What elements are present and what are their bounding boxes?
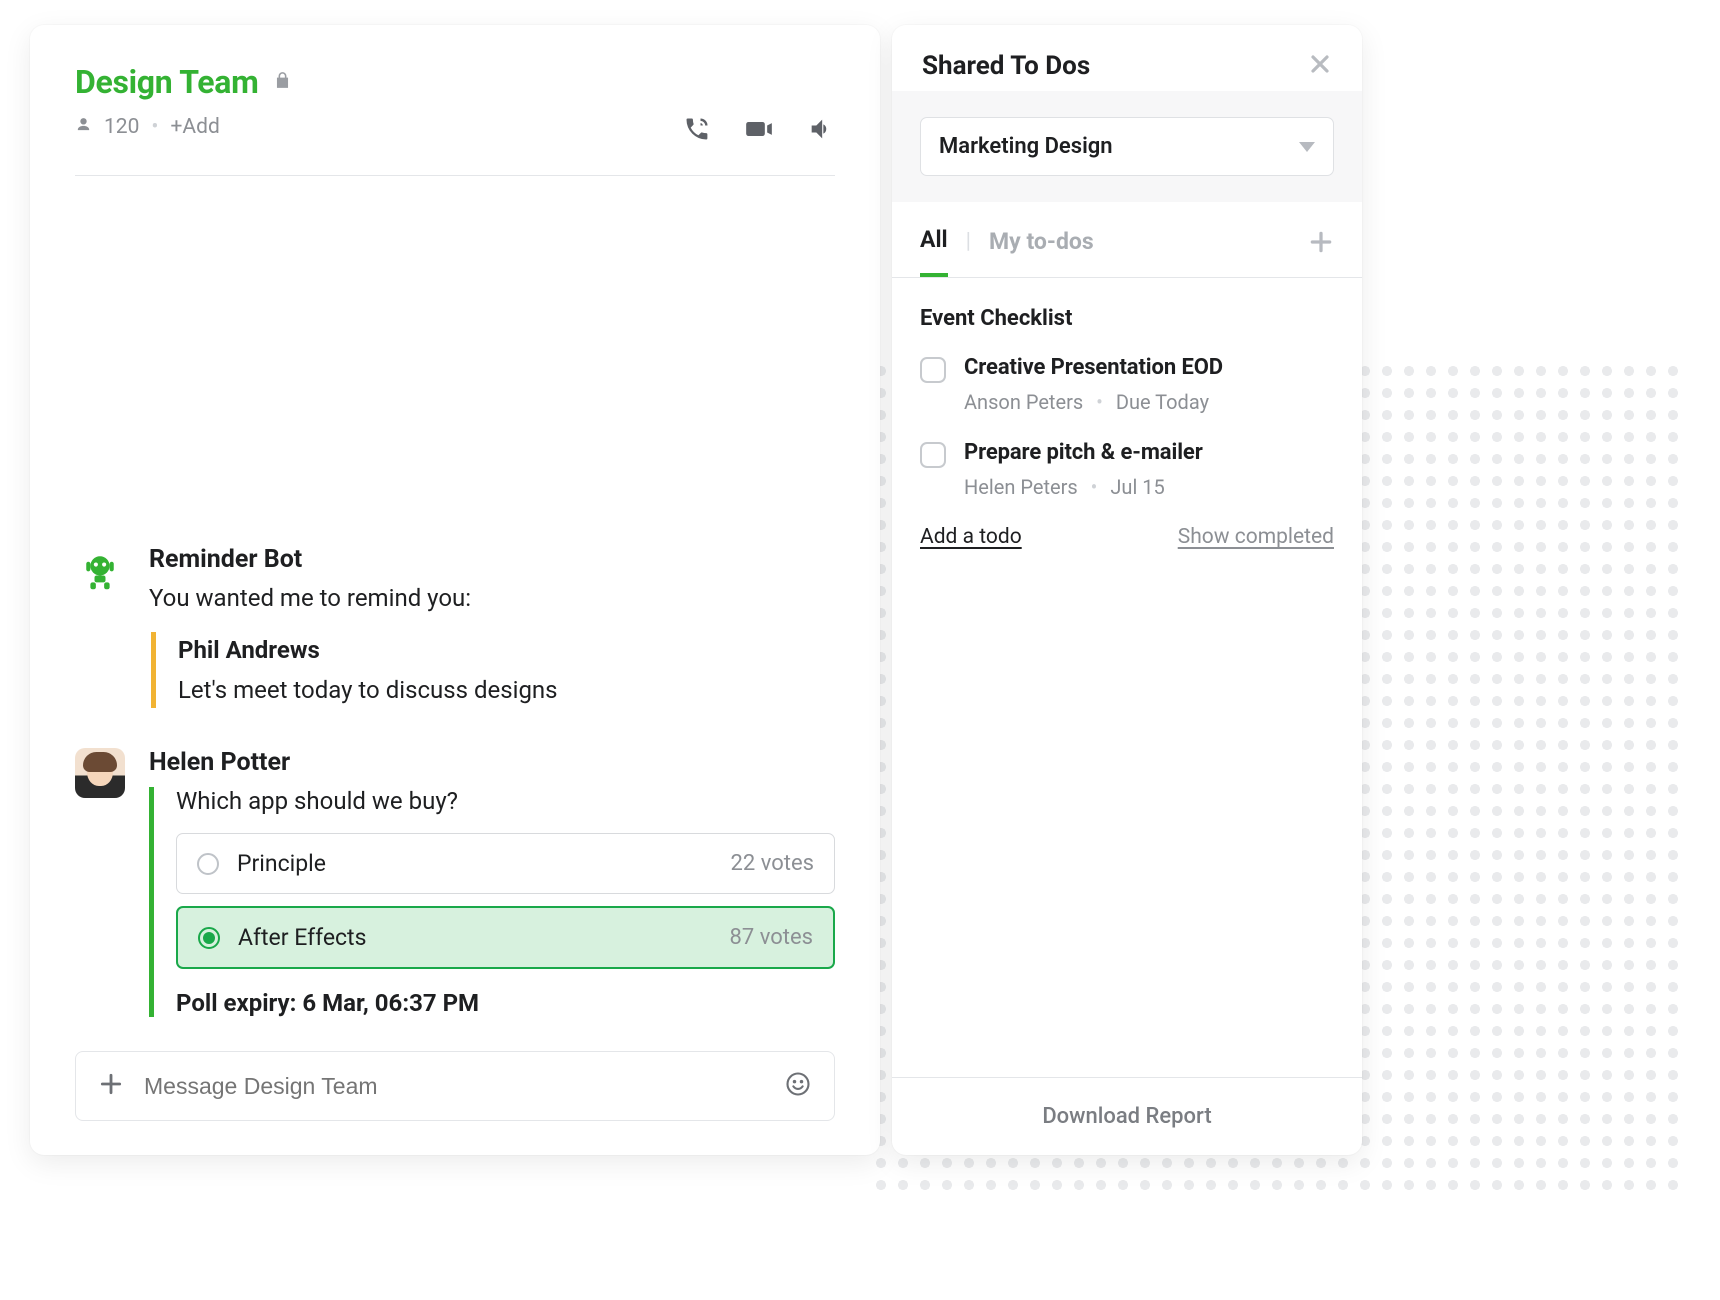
message-list: Reminder Bot You wanted me to remind you…	[75, 186, 835, 1017]
checkbox[interactable]	[920, 357, 946, 383]
bot-avatar	[75, 545, 125, 595]
header-divider	[75, 175, 835, 176]
project-selector[interactable]: Marketing Design	[920, 117, 1334, 176]
todos-panel: Shared To Dos Marketing Design All | My …	[892, 25, 1362, 1155]
poll-option[interactable]: After Effects 87 votes	[176, 906, 835, 969]
sender-name: Reminder Bot	[149, 545, 835, 574]
todo-title: Prepare pitch & e-mailer	[964, 440, 1203, 465]
poll-block: Which app should we buy? Principle 22 vo…	[149, 787, 835, 1017]
sender-name: Helen Potter	[149, 748, 835, 777]
channel-title[interactable]: Design Team	[75, 63, 259, 101]
tab-separator: |	[966, 229, 971, 274]
emoji-icon[interactable]	[784, 1070, 812, 1102]
todos-title: Shared To Dos	[922, 51, 1090, 81]
message-bot: Reminder Bot You wanted me to remind you…	[75, 545, 835, 708]
todo-title: Creative Presentation EOD	[964, 355, 1223, 380]
message-input[interactable]	[142, 1072, 766, 1101]
download-report-button[interactable]: Download Report	[892, 1077, 1362, 1155]
poll-option[interactable]: Principle 22 votes	[176, 833, 835, 894]
todo-item: Prepare pitch & e-mailer Helen Peters • …	[920, 440, 1334, 499]
show-completed-link[interactable]: Show completed	[1178, 525, 1334, 549]
todo-owner: Helen Peters	[964, 475, 1078, 499]
add-members-link[interactable]: +Add	[171, 115, 220, 139]
chat-panel: Design Team 120 • +Add	[30, 25, 880, 1155]
add-todo-plus-icon[interactable]	[1308, 229, 1334, 275]
bot-note: You wanted me to remind you:	[149, 584, 835, 612]
volume-icon[interactable]	[807, 115, 835, 147]
chat-header-actions	[683, 115, 835, 147]
separator-dot: •	[151, 115, 158, 139]
poll-votes: 22 votes	[731, 851, 814, 876]
separator-dot: •	[1091, 475, 1098, 499]
todo-due: Jul 15	[1110, 475, 1164, 499]
poll-option-label: Principle	[237, 850, 326, 877]
audio-call-icon[interactable]	[683, 115, 711, 147]
video-call-icon[interactable]	[745, 115, 773, 147]
user-avatar[interactable]	[75, 748, 125, 798]
add-todo-link[interactable]: Add a todo	[920, 525, 1022, 549]
todos-body: Event Checklist Creative Presentation EO…	[892, 278, 1362, 1077]
reminder-quote: Phil Andrews Let's meet today to discuss…	[151, 632, 835, 708]
radio-icon	[197, 853, 219, 875]
message-poll: Helen Potter Which app should we buy? Pr…	[75, 748, 835, 1017]
quote-text: Let's meet today to discuss designs	[178, 676, 835, 704]
close-icon[interactable]	[1308, 52, 1332, 80]
tab-all[interactable]: All	[920, 226, 948, 277]
tab-my-todos[interactable]: My to-dos	[989, 228, 1094, 275]
chevron-down-icon	[1299, 142, 1315, 152]
todo-owner: Anson Peters	[964, 390, 1083, 414]
project-selector-value: Marketing Design	[939, 134, 1113, 159]
person-icon	[75, 115, 92, 139]
chat-header: Design Team 120 • +Add	[75, 63, 835, 167]
poll-option-label: After Effects	[238, 924, 366, 951]
todos-section-title: Event Checklist	[920, 306, 1334, 331]
separator-dot: •	[1096, 390, 1103, 414]
project-selector-area: Marketing Design	[892, 91, 1362, 202]
poll-question: Which app should we buy?	[176, 787, 835, 815]
todo-item: Creative Presentation EOD Anson Peters •…	[920, 355, 1334, 414]
todos-tabs: All | My to-dos	[892, 202, 1362, 278]
attach-plus-icon[interactable]	[98, 1071, 124, 1101]
checkbox[interactable]	[920, 442, 946, 468]
lock-icon	[273, 69, 292, 95]
todo-due: Due Today	[1116, 390, 1209, 414]
poll-expiry: Poll expiry: 6 Mar, 06:37 PM	[176, 989, 835, 1017]
radio-icon	[198, 927, 220, 949]
member-count: 120	[104, 115, 139, 139]
poll-votes: 87 votes	[730, 925, 813, 950]
quote-author: Phil Andrews	[178, 636, 835, 664]
message-composer[interactable]	[75, 1051, 835, 1121]
